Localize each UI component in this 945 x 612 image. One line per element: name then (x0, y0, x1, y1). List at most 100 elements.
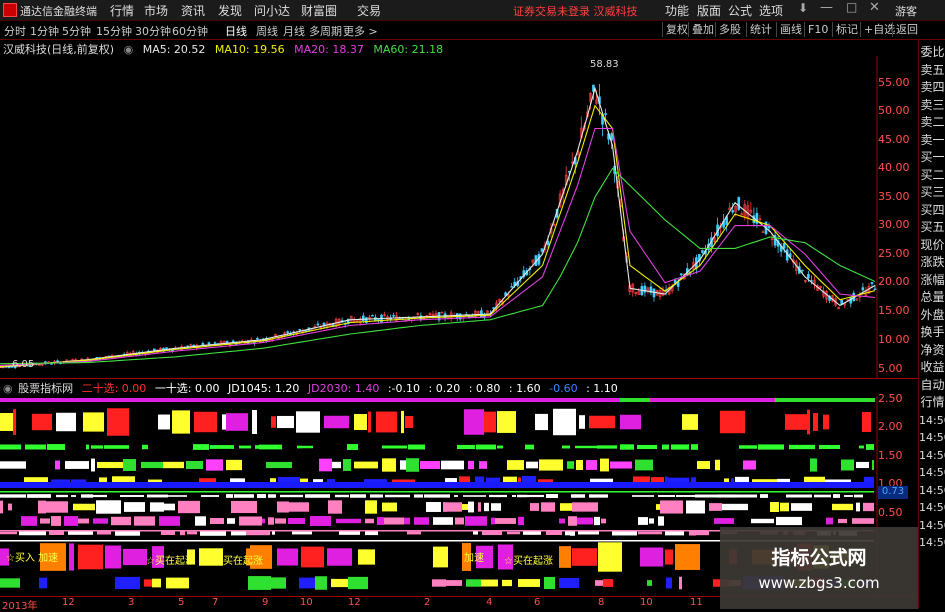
restore-icon[interactable]: — (820, 0, 833, 15)
signal-bar (786, 494, 812, 498)
sidebar-item[interactable]: 换手 (919, 324, 945, 342)
watermark-title: 指标公式网 (771, 547, 867, 569)
sidebar-item[interactable]: 涨跌 (919, 254, 945, 272)
tab-30min[interactable]: 30分钟 (135, 23, 171, 39)
menu-wealth[interactable]: 财富圈 (301, 2, 337, 19)
signal-bar (382, 445, 407, 449)
sidebar-item[interactable]: 买二 (919, 167, 945, 185)
tab-15min[interactable]: 15分钟 (96, 23, 132, 39)
signal-bar (382, 458, 396, 472)
signal-bar (144, 579, 152, 587)
guest-label[interactable]: 游客 (895, 3, 917, 19)
date-tick: 3 (128, 597, 135, 608)
sidebar-item[interactable]: 买四 (919, 202, 945, 220)
signal-bar (354, 461, 378, 469)
signal-bar (717, 494, 738, 498)
signal-bar (96, 500, 121, 514)
tab-more[interactable]: 更多 > (343, 23, 378, 39)
signal-bar (275, 518, 286, 524)
sidebar-item[interactable]: 卖二 (919, 114, 945, 132)
f10-button[interactable]: F10 (804, 22, 831, 37)
signal-bar (658, 495, 675, 497)
sidebar-item[interactable]: 外盘 (919, 307, 945, 325)
sidebar-item[interactable]: 卖四 (919, 79, 945, 97)
tab-timeshare[interactable]: 分时 (4, 23, 26, 39)
mark-button[interactable]: 标记 (832, 22, 861, 37)
sidebar-item[interactable]: 卖五 (919, 62, 945, 80)
candle-body (510, 286, 513, 288)
signal-bar (134, 516, 155, 526)
sidebar-item[interactable]: 卖三 (919, 97, 945, 115)
signal-bar (676, 495, 695, 497)
signal-bar (666, 577, 672, 589)
sidebar-item[interactable]: 卖一 (919, 132, 945, 150)
sidebar-item[interactable]: 委比 (919, 44, 945, 62)
indicator-param: : 0.80 (468, 382, 501, 395)
signal-bar (576, 459, 583, 471)
menu-layout[interactable]: 版面 (697, 2, 721, 19)
tab-weekly[interactable]: 周线 (256, 23, 278, 39)
indicator-name[interactable]: 股票指标网 (18, 382, 73, 395)
sidebar-item[interactable]: 现价 (919, 237, 945, 255)
close-icon[interactable]: ✕ (869, 0, 880, 15)
signal-bar (546, 531, 562, 535)
sidebar-item[interactable]: 总量 (919, 289, 945, 307)
overlay-button[interactable]: 叠加 (688, 22, 717, 37)
stats-button[interactable]: 统计 (746, 22, 775, 37)
signal-bar (49, 531, 64, 535)
candle-body (207, 342, 211, 345)
multi-stock-button[interactable]: 多股 (715, 22, 744, 37)
sidebar-item[interactable]: 收益 (919, 359, 945, 377)
signal-bar (610, 461, 632, 469)
sidebar-item[interactable]: 净资 (919, 342, 945, 360)
signal-bar (195, 516, 206, 526)
menu-market[interactable]: 市场 (144, 2, 168, 19)
signal-bar (56, 412, 76, 432)
signal-bar (385, 494, 410, 498)
signal-bar (697, 461, 710, 469)
sidebar-item[interactable]: 买三 (919, 184, 945, 202)
signal-bar (517, 494, 527, 498)
tab-60min[interactable]: 60分钟 (172, 23, 208, 39)
signal-bar (814, 494, 831, 498)
tab-5min[interactable]: 5分钟 (62, 23, 91, 39)
tab-daily[interactable]: 日线 (225, 23, 247, 39)
menu-discover[interactable]: 发现 (218, 2, 242, 19)
tab-monthly[interactable]: 月线 (283, 23, 305, 39)
menu-ask[interactable]: 问小达 (254, 2, 290, 19)
signal-bar (530, 503, 539, 511)
signal-bar (432, 579, 446, 587)
indicator-toggle-icon[interactable]: ◉ (3, 382, 13, 395)
menu-options[interactable]: 选项 (759, 2, 783, 19)
time-item: 14:50 (919, 518, 945, 532)
sidebar-item[interactable]: 买一 (919, 149, 945, 167)
price-chart[interactable] (0, 56, 878, 378)
menu-quotes[interactable]: 行情 (110, 2, 134, 19)
adjust-button[interactable]: 复权 (662, 22, 691, 37)
signal-bar (194, 411, 217, 433)
draw-button[interactable]: 画线 (776, 22, 805, 37)
menu-trade[interactable]: 交易 (357, 2, 381, 19)
sidebar-item[interactable]: 行情 (919, 394, 945, 412)
sidebar-item[interactable]: 涨幅 (919, 272, 945, 290)
menu-news[interactable]: 资讯 (181, 2, 205, 19)
ma-toggle-icon[interactable]: ◉ (124, 43, 134, 56)
signal-bar (541, 502, 555, 512)
sidebar-item[interactable]: 买五 (919, 219, 945, 237)
tab-multi-period[interactable]: 多周期 (309, 23, 342, 39)
back-button[interactable]: 返回 (892, 22, 921, 37)
minimize-icon[interactable]: ⬇ (798, 1, 808, 15)
signal-bar (481, 579, 498, 587)
signal-bar (635, 459, 653, 471)
signal-bar (518, 579, 540, 587)
menu-function[interactable]: 功能 (665, 2, 689, 19)
signal-bar (743, 460, 756, 470)
tab-1min[interactable]: 1分钟 (30, 23, 59, 39)
menu-formula[interactable]: 公式 (728, 2, 752, 19)
signal-bar (649, 518, 654, 524)
maximize-icon[interactable]: □ (846, 0, 857, 14)
sidebar-item[interactable]: 自动 (919, 377, 945, 395)
signal-bar (454, 495, 458, 497)
price-tick: 50.00 (878, 104, 910, 117)
signal-bar (424, 494, 450, 498)
